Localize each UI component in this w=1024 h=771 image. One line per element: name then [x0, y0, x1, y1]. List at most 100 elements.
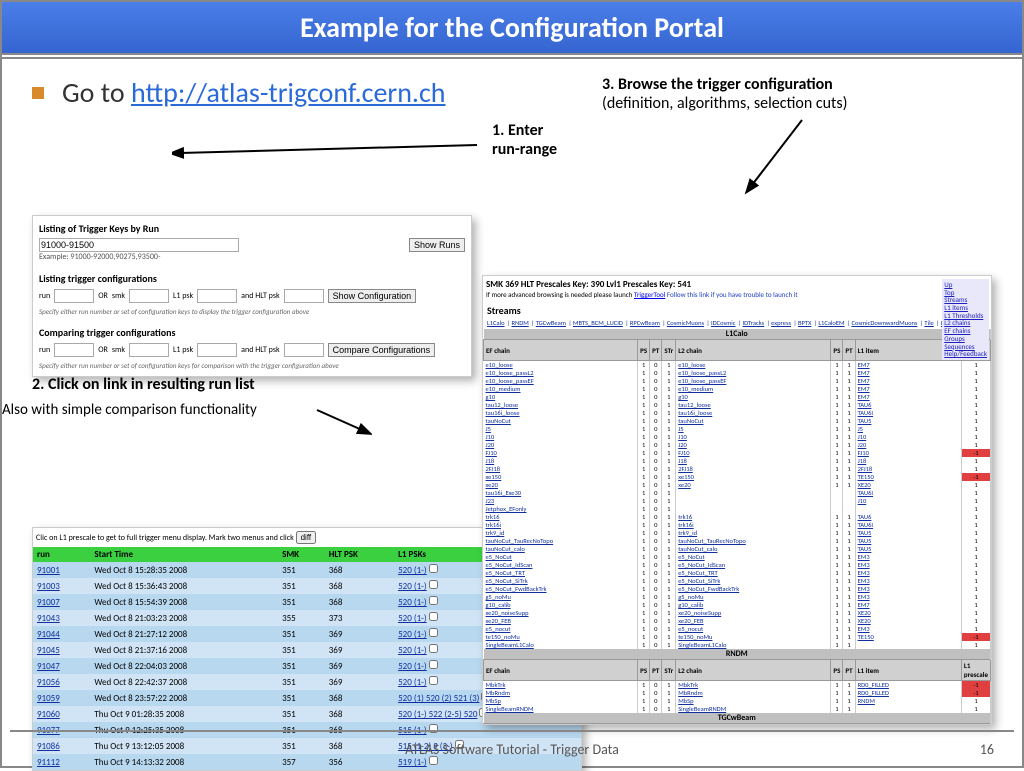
- chain-link[interactable]: TE150: [855, 633, 961, 641]
- chain-link[interactable]: MbkTrk: [484, 681, 638, 690]
- run-checkbox[interactable]: [429, 596, 438, 605]
- chain-link[interactable]: e5_nocut: [484, 625, 638, 633]
- chain-link[interactable]: J10: [484, 433, 638, 441]
- chain-link[interactable]: MbRndm: [676, 689, 831, 697]
- chain-link[interactable]: tauNoCut: [484, 417, 638, 425]
- stream-link[interactable]: BPTX: [798, 319, 811, 327]
- chain-link[interactable]: e10_loose_passL2: [676, 369, 831, 377]
- chain-link[interactable]: tauNoCut_calo: [484, 545, 638, 553]
- chain-link[interactable]: EM3: [855, 561, 961, 569]
- chain-link[interactable]: EM3: [855, 585, 961, 593]
- run-link[interactable]: 91045: [37, 645, 60, 656]
- chain-link[interactable]: g5_noMu: [484, 593, 638, 601]
- chain-link[interactable]: e10_medium: [484, 385, 638, 393]
- stream-link[interactable]: CosmicDownwardMuons: [852, 319, 918, 327]
- run-link[interactable]: 520 (1) 520 (2) 521 (3): [398, 693, 479, 704]
- stream-link[interactable]: TGCwBeam: [536, 319, 566, 327]
- chain-link[interactable]: xe20_FEB: [676, 617, 831, 625]
- chain-link[interactable]: TAU6I: [855, 489, 961, 497]
- chain-link[interactable]: MbRndm: [484, 689, 638, 697]
- chain-link[interactable]: g10: [484, 393, 638, 401]
- chain-link[interactable]: EM7: [855, 377, 961, 385]
- run-link[interactable]: 91044: [37, 629, 60, 640]
- chain-link[interactable]: trk16i: [676, 521, 831, 529]
- chain-link[interactable]: EM3: [855, 553, 961, 561]
- hltpsk-input-2[interactable]: [284, 343, 324, 357]
- chain-link[interactable]: tau12_loose: [676, 401, 831, 409]
- chain-link[interactable]: EM7: [855, 385, 961, 393]
- chain-link[interactable]: EM7: [855, 601, 961, 609]
- run-input-2[interactable]: [54, 343, 94, 357]
- chain-link[interactable]: TAU5: [855, 537, 961, 545]
- chain-link[interactable]: TAU6: [855, 513, 961, 521]
- chain-link[interactable]: e5_NoCut_IdScan: [484, 561, 638, 569]
- chain-link[interactable]: e10_loose: [676, 361, 831, 370]
- chain-link[interactable]: 2FJ18: [676, 465, 831, 473]
- chain-link[interactable]: RD0_FILLED: [855, 689, 961, 697]
- chain-link[interactable]: xe20_FEB: [484, 617, 638, 625]
- chain-link[interactable]: 2FJ18: [855, 465, 961, 473]
- chain-link[interactable]: XE20: [855, 481, 961, 489]
- chain-link[interactable]: e5_NoCut_TRT: [484, 569, 638, 577]
- chain-link[interactable]: tau16i_loose: [676, 409, 831, 417]
- chain-link[interactable]: J20: [676, 441, 831, 449]
- chain-link[interactable]: xe20_noiseSupp: [484, 609, 638, 617]
- run-link[interactable]: 520 (1-): [398, 581, 427, 592]
- run-link[interactable]: 520 (1-): [398, 645, 427, 656]
- chain-link[interactable]: e10_loose_passEF: [484, 377, 638, 385]
- chain-link[interactable]: e5_NoCut: [676, 553, 831, 561]
- chain-link[interactable]: TAU5: [855, 529, 961, 537]
- chain-link[interactable]: FJ10: [855, 449, 961, 457]
- stream-link[interactable]: L1Calo: [487, 319, 505, 327]
- chain-link[interactable]: [676, 505, 831, 513]
- run-link[interactable]: 91007: [37, 597, 60, 608]
- run-link[interactable]: 520 (1-) 522 (2-5) 520: [398, 709, 477, 720]
- chain-link[interactable]: TE150: [855, 473, 961, 481]
- diff-button[interactable]: diff: [296, 531, 317, 544]
- chain-link[interactable]: FJ10: [484, 449, 638, 457]
- stream-link[interactable]: IDCosmic: [711, 319, 736, 327]
- chain-link[interactable]: e5_NoCut_SiTrk: [484, 577, 638, 585]
- run-checkbox[interactable]: [429, 660, 438, 669]
- chain-link[interactable]: J23: [484, 497, 638, 505]
- chain-link[interactable]: MbSp: [484, 697, 638, 705]
- chain-link[interactable]: e10_loose: [484, 361, 638, 370]
- chain-link[interactable]: SingleBeamRNDM: [676, 705, 831, 713]
- chain-link[interactable]: 2FJ18: [484, 465, 638, 473]
- chain-link[interactable]: xe150: [676, 473, 831, 481]
- chain-link[interactable]: trk16i: [484, 521, 638, 529]
- chain-link[interactable]: MbkTrk: [676, 681, 831, 690]
- chain-link[interactable]: SingleBeamL1Calo: [484, 641, 638, 649]
- chain-link[interactable]: g5_noMu: [676, 593, 831, 601]
- chain-link[interactable]: EM7: [855, 393, 961, 401]
- run-link[interactable]: 520 (1-): [398, 613, 427, 624]
- run-link[interactable]: 519 (1-): [398, 757, 427, 768]
- chain-link[interactable]: J20: [484, 441, 638, 449]
- chain-link[interactable]: tauNoCut_TauRecNoTopo: [676, 537, 831, 545]
- run-link[interactable]: 91059: [37, 693, 60, 704]
- trigconf-link[interactable]: http://atlas-trigconf.cern.ch: [131, 75, 446, 110]
- chain-link[interactable]: [855, 705, 961, 713]
- compare-config-button[interactable]: Compare Configurations: [328, 343, 436, 357]
- run-link[interactable]: 520 (1-): [398, 677, 427, 688]
- hltpsk-input[interactable]: [284, 289, 324, 303]
- run-link[interactable]: 91043: [37, 613, 60, 624]
- run-checkbox[interactable]: [429, 612, 438, 621]
- run-checkbox[interactable]: [429, 564, 438, 573]
- chain-link[interactable]: J20: [855, 441, 961, 449]
- stream-link[interactable]: MBTS_BCM_LUCID: [573, 319, 623, 327]
- triggertool-link[interactable]: TriggerTool: [634, 290, 665, 299]
- chain-link[interactable]: te150_noMu: [484, 633, 638, 641]
- chain-link[interactable]: e10_loose_passL2: [484, 369, 638, 377]
- chain-link[interactable]: FJ10: [676, 449, 831, 457]
- smk-input-2[interactable]: [129, 343, 169, 357]
- run-link[interactable]: 91060: [37, 709, 60, 720]
- chain-link[interactable]: trk16: [676, 513, 831, 521]
- chain-link[interactable]: J18: [484, 457, 638, 465]
- chain-link[interactable]: EM3: [855, 625, 961, 633]
- chain-link[interactable]: XE20: [855, 609, 961, 617]
- run-link[interactable]: 520 (1-): [398, 597, 427, 608]
- chain-link[interactable]: e5_nocut: [676, 625, 831, 633]
- chain-link[interactable]: SingleBeamL1Calo: [676, 641, 831, 649]
- l1psk-input-2[interactable]: [197, 343, 237, 357]
